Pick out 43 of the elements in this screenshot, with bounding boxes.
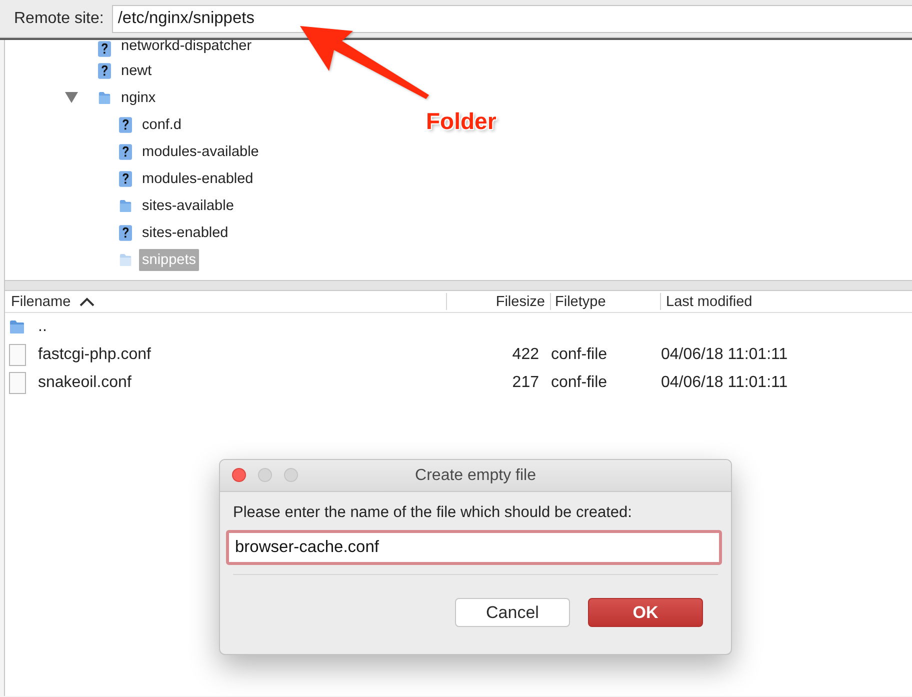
question-mark-icon: [98, 62, 111, 78]
table-cell-text: 217: [511, 373, 540, 393]
file-icon: [9, 372, 26, 394]
tree-item[interactable]: nginx: [118, 86, 159, 108]
column-header[interactable]: Filetype: [551, 293, 661, 310]
question-mark-icon: [119, 224, 132, 240]
tree-item[interactable]: conf.d: [139, 114, 184, 136]
tree-item[interactable]: sites-available: [139, 194, 237, 216]
file-icon: [9, 344, 26, 366]
tree-item[interactable]: newt: [118, 60, 155, 82]
question-mark-icon: [98, 41, 111, 57]
table-cell-text: conf-file: [551, 373, 608, 393]
tree-item[interactable]: modules-enabled: [139, 168, 256, 190]
file-name[interactable]: fastcgi-php.conf: [38, 346, 151, 364]
filename-field[interactable]: browser-cache.conf: [226, 530, 722, 565]
tree-item[interactable]: modules-available: [139, 140, 262, 162]
tree-item[interactable]: sites-enabled: [139, 222, 232, 244]
column-header[interactable]: Filename: [5, 293, 447, 310]
table-cell-text: 04/06/18 11:01:11: [661, 345, 789, 365]
splitter[interactable]: [5, 280, 912, 291]
column-header[interactable]: Last modified: [661, 293, 912, 310]
dialog-title: Create empty file: [415, 466, 536, 484]
folder-icon: [119, 198, 132, 214]
annotation-label: Folder: [426, 108, 496, 135]
expand-arrow-icon[interactable]: [65, 92, 78, 103]
folder-icon: [9, 319, 25, 335]
field-label: Remote site:: [14, 10, 104, 28]
prompt-text: Please enter the name of the file which should be created:: [232, 504, 633, 522]
folder-icon: [98, 90, 111, 106]
ok-button[interactable]: OK: [588, 598, 703, 627]
cancel-button[interactable]: Cancel: [455, 598, 570, 627]
question-mark-icon: [119, 116, 132, 132]
question-mark-icon: [119, 144, 132, 160]
table-cell-text: 04/06/18 11:01:11: [661, 373, 789, 393]
file-name[interactable]: ..: [38, 318, 47, 336]
table-cell-text: conf-file: [551, 345, 608, 365]
path-field[interactable]: /etc/nginx/snippets: [112, 4, 912, 32]
close-button[interactable]: [232, 468, 246, 482]
folder-icon: [119, 252, 132, 268]
file-name[interactable]: snakeoil.conf: [38, 374, 132, 392]
table-cell-text: 422: [511, 345, 540, 365]
question-mark-icon: [119, 170, 132, 186]
column-header[interactable]: Filesize: [447, 293, 551, 310]
